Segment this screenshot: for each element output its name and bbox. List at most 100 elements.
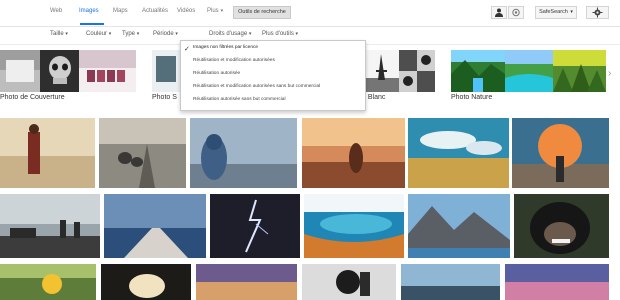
tab-images[interactable]: Images	[79, 8, 99, 14]
result-image[interactable]	[190, 118, 297, 188]
suggestion-thumb[interactable]	[152, 50, 180, 92]
suggestion-label[interactable]: Photo S	[152, 94, 177, 101]
cloudy-field-image	[408, 118, 509, 188]
sea-rocks-image	[401, 264, 500, 300]
result-image[interactable]	[210, 194, 300, 258]
suggestion-thumb[interactable]	[505, 50, 553, 92]
tab-videos[interactable]: Vidéos	[177, 8, 195, 14]
usage-option-reuse[interactable]: Réutilisation autorisée	[193, 71, 240, 76]
chevron-down-icon: ▾	[175, 31, 178, 37]
woman-sunset-image	[302, 118, 405, 188]
filter-period[interactable]: Période ▾	[153, 31, 178, 37]
active-tab-underline	[80, 23, 104, 25]
usage-rights-dropdown: ✓ Images non filtrées par licence Réutil…	[180, 40, 366, 111]
lightning-image	[210, 194, 300, 258]
result-image[interactable]	[304, 194, 404, 258]
result-image[interactable]	[0, 118, 95, 188]
result-image[interactable]	[401, 264, 500, 300]
result-image[interactable]	[196, 264, 297, 300]
purple-sky-image	[505, 264, 609, 300]
filter-color-label: Couleur	[86, 31, 108, 37]
image-results-grid	[0, 118, 620, 300]
check-icon: ✓	[184, 46, 190, 53]
chevron-down-icon: ▾	[136, 31, 140, 37]
filter-usage-rights-label: Droits d'usage	[209, 31, 248, 37]
pier-blue-sky-image	[104, 194, 206, 258]
result-image[interactable]	[0, 194, 100, 258]
suggestion-thumb[interactable]	[399, 50, 435, 92]
filter-size[interactable]: Taille ▾	[50, 31, 68, 37]
chevron-down-icon: ▾	[65, 31, 68, 37]
elephants-road-image	[99, 118, 186, 188]
suggestion-thumb[interactable]	[0, 50, 40, 92]
suggestion-image	[152, 50, 180, 92]
forest-image	[553, 50, 606, 92]
usage-option-reuse-modify-noncommercial[interactable]: Réutilisation et modification autorisées…	[193, 84, 320, 89]
tab-web[interactable]: Web	[50, 8, 62, 14]
usage-option-reuse-modify[interactable]: Réutilisation et modification autorisées	[193, 58, 275, 63]
settings-button[interactable]	[586, 6, 609, 19]
result-image[interactable]	[99, 118, 186, 188]
tab-more[interactable]: Plus ▾	[207, 8, 223, 14]
chevron-down-icon: ▾	[220, 8, 224, 14]
view-mode-button[interactable]	[508, 6, 524, 19]
filter-period-label: Période	[153, 31, 174, 37]
monkey-selfie-image	[514, 194, 609, 258]
gear-icon	[592, 7, 603, 18]
result-image[interactable]	[408, 118, 509, 188]
suggestion-thumb[interactable]	[364, 50, 399, 92]
result-image[interactable]	[104, 194, 206, 258]
safesearch-label: SafeSearch	[539, 9, 568, 15]
suggestion-thumb[interactable]	[79, 50, 136, 92]
suggestion-image	[0, 50, 40, 92]
result-image[interactable]	[302, 264, 396, 300]
result-image[interactable]	[0, 264, 96, 300]
filter-color[interactable]: Couleur ▾	[86, 31, 111, 37]
nature-image	[451, 50, 505, 92]
result-image[interactable]	[514, 194, 609, 258]
skull-image	[40, 50, 79, 92]
man-jump-image	[302, 264, 396, 300]
result-image[interactable]	[101, 264, 191, 300]
tank-silhouettes-image	[0, 194, 100, 258]
sunset-sky-image	[196, 264, 297, 300]
mountain-lake-image	[408, 194, 510, 258]
search-tools-button[interactable]: Outils de recherche	[233, 6, 291, 19]
woman-powder-image	[512, 118, 609, 188]
suggestion-thumb[interactable]	[553, 50, 606, 92]
result-image[interactable]	[302, 118, 405, 188]
tab-news[interactable]: Actualités	[142, 8, 168, 14]
suggestion-label[interactable]: Photo de Couverture	[0, 94, 65, 101]
suggestion-thumb[interactable]	[40, 50, 79, 92]
view-mode-icon	[512, 8, 520, 17]
result-image[interactable]	[505, 264, 609, 300]
usage-option-unfiltered[interactable]: Images non filtrées par licence	[193, 45, 258, 50]
yellow-flower-image	[0, 264, 96, 300]
filter-type[interactable]: Type ▾	[122, 31, 139, 37]
suggestion-label[interactable]: Photo Nature	[451, 94, 492, 101]
tab-more-label: Plus	[207, 8, 219, 14]
filter-usage-rights[interactable]: Droits d'usage ▾	[209, 31, 251, 37]
filter-type-label: Type	[122, 31, 136, 37]
photographer-hood-image	[190, 118, 297, 188]
chevron-down-icon: ▾	[108, 31, 112, 37]
lake-image	[505, 50, 553, 92]
suggestion-thumb[interactable]	[451, 50, 505, 92]
suggestion-label[interactable]: t Blanc	[364, 94, 385, 101]
next-suggestions-arrow[interactable]: ›	[608, 68, 611, 79]
tab-maps[interactable]: Maps	[113, 8, 128, 14]
result-image[interactable]	[512, 118, 609, 188]
safesearch-button[interactable]: SafeSearch ▾	[535, 6, 577, 19]
bw-people-image	[399, 50, 435, 92]
filter-more-tools[interactable]: Plus d'outils ▾	[262, 31, 298, 37]
chevron-down-icon: ▾	[570, 9, 573, 15]
love-image	[79, 50, 136, 92]
search-tools-label: Outils de recherche	[238, 9, 286, 15]
chevron-down-icon: ▾	[295, 31, 299, 37]
filter-more-tools-label: Plus d'outils	[262, 31, 294, 37]
person-button[interactable]	[491, 6, 507, 19]
usage-option-reuse-noncommercial[interactable]: Réutilisation autorisée sans but commerc…	[193, 97, 286, 102]
eiffel-tower-image	[364, 50, 399, 92]
result-image[interactable]	[408, 194, 510, 258]
top-navigation-bar: Web Images Maps Actualités Vidéos Plus ▾ …	[0, 0, 620, 27]
